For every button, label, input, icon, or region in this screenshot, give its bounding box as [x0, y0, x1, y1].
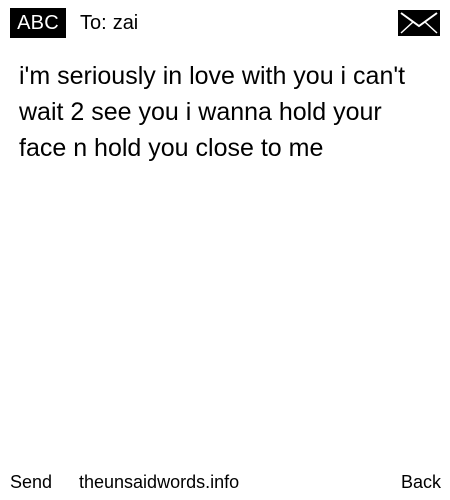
recipient-field[interactable]: To: zai: [80, 8, 138, 38]
softkey-bar: Send theunsaidwords.info Back: [0, 468, 450, 500]
compose-header: ABC To: zai: [0, 0, 450, 46]
send-button[interactable]: Send: [10, 468, 52, 496]
footer-site-label: theunsaidwords.info: [79, 472, 240, 492]
envelope-icon: [398, 10, 440, 36]
sms-compose-screen: ABC To: zai i'm seriously in love with yo…: [0, 0, 450, 500]
back-button[interactable]: Back: [401, 468, 441, 496]
input-mode-badge[interactable]: ABC: [10, 8, 66, 38]
message-body[interactable]: i'm seriously in love with you i can't w…: [19, 58, 433, 166]
to-label: To:: [80, 12, 107, 34]
recipient-name: zai: [112, 12, 139, 34]
